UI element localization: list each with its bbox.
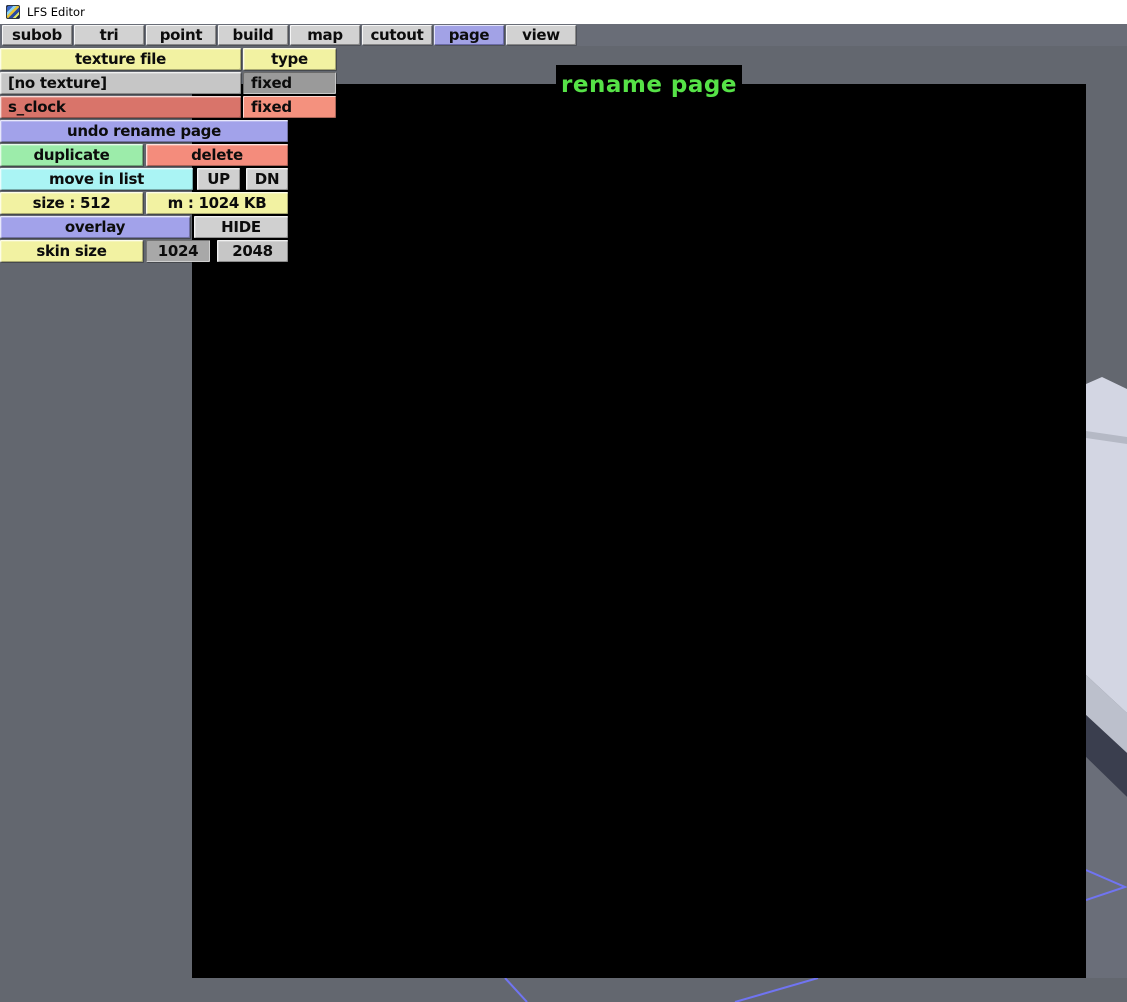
memory-value: m : 1024 KB [146,192,288,214]
window-titlebar: LFS Editor [0,0,1127,24]
page-title: rename page [561,72,737,98]
texture-type-no-texture[interactable]: fixed [243,72,336,94]
duplicate-button[interactable]: duplicate [0,144,143,166]
tab-tri[interactable]: tri [74,25,144,45]
tab-build[interactable]: build [218,25,288,45]
skin-size-label: skin size [0,240,143,262]
tab-page[interactable]: page [434,25,504,45]
type-header[interactable]: type [243,48,336,70]
tab-subob[interactable]: subob [2,25,72,45]
hide-button[interactable]: HIDE [194,216,288,238]
tab-bar: subob tri point build map cutout page vi… [2,25,576,45]
move-in-list-label: move in list [0,168,193,190]
wireframe-edge-center [734,978,819,1002]
texture-row-s-clock[interactable]: s_clock [0,96,241,118]
move-up-button[interactable]: UP [197,168,240,190]
tab-cutout[interactable]: cutout [362,25,432,45]
texture-type-s-clock[interactable]: fixed [243,96,336,118]
tab-view[interactable]: view [506,25,576,45]
overlay-button[interactable]: overlay [0,216,190,238]
skin-size-2048-button[interactable]: 2048 [217,240,288,262]
page-title-box: rename page [556,65,742,105]
texture-row-no-texture[interactable]: [no texture] [0,72,241,94]
clock-tower-model [1086,46,1127,1002]
size-value[interactable]: size : 512 [0,192,143,214]
tab-map[interactable]: map [290,25,360,45]
lfs-app-icon [6,5,20,19]
window-title: LFS Editor [27,5,85,19]
texture-file-header[interactable]: texture file [0,48,241,70]
tab-point[interactable]: point [146,25,216,45]
texture-page-viewport[interactable] [192,84,1086,978]
floor-wireframe [504,978,819,1002]
move-down-button[interactable]: DN [246,168,288,190]
tab-strip: subob tri point build map cutout page vi… [0,24,1127,46]
wireframe-edge-left [504,978,528,1002]
delete-button[interactable]: delete [146,144,288,166]
undo-rename-page-button[interactable]: undo rename page [0,120,288,142]
skin-size-1024-button[interactable]: 1024 [146,240,210,262]
